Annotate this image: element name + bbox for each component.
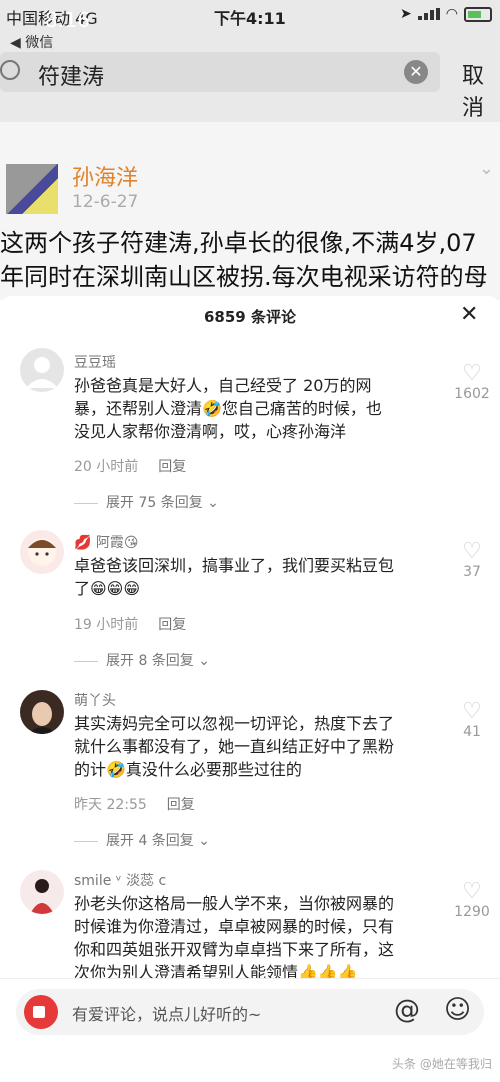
post-line: 这两个孩子符建涛,孙卓长的很像,不满4岁,07 bbox=[0, 229, 477, 257]
comment-line: 其实涛妈完全可以忽视一切评论，热度下去了 bbox=[74, 714, 395, 733]
comment-time: 20 小时前 bbox=[74, 459, 139, 475]
photo-avatar-icon bbox=[28, 702, 56, 734]
avatar[interactable] bbox=[20, 870, 64, 914]
comment-meta: 20 小时前 回复 bbox=[74, 456, 186, 476]
comment-count-title: 6859 条评论 bbox=[204, 308, 296, 326]
back-label[interactable]: ◀ 微信 bbox=[10, 32, 53, 52]
avatar[interactable] bbox=[20, 690, 64, 734]
search-icon bbox=[0, 60, 20, 80]
comment-line: 孙爸爸真是大好人，自己经受了 20万的网 bbox=[74, 376, 372, 395]
avatar[interactable] bbox=[6, 164, 58, 214]
comment-text: 孙爸爸真是大好人，自己经受了 20万的网 暴，还帮别人澄清🤣您自己痛苦的时候，也… bbox=[74, 374, 444, 443]
status-icons: ➤ ◠ bbox=[400, 6, 492, 22]
location-icon: ➤ bbox=[400, 6, 412, 22]
weibo-post: 孙海洋 12-6-27 ⌄ 这两个孩子符建涛,孙卓长的很像,不满4岁,07 年同… bbox=[0, 122, 500, 300]
comment-line: 你和四英姐张开双臂为卓卓挡下来了所有，这 bbox=[74, 940, 395, 959]
expand-replies-label[interactable]: 展开 8 条回复 ⌄ bbox=[106, 653, 210, 669]
back-to-wechat[interactable]: ◀ 微信 bbox=[0, 30, 500, 52]
like-button[interactable]: ♡ 37 bbox=[450, 540, 494, 581]
avatar[interactable] bbox=[20, 530, 64, 574]
comment-line: 的计🤣真没什么必要那些过往的 bbox=[74, 760, 302, 779]
comment-line: 卓爸爸该回深圳，搞事业了，我们要买粘豆包 bbox=[74, 556, 395, 575]
chevron-down-icon[interactable]: ⌄ bbox=[479, 158, 494, 179]
like-count: 37 bbox=[463, 564, 481, 580]
comment-line: 孙老头你这格局一般人学不来，当你被网暴的 bbox=[74, 894, 395, 913]
expand-replies-label[interactable]: 展开 4 条回复 ⌄ bbox=[106, 833, 210, 849]
comment-line: 了😁😁😁 bbox=[74, 579, 141, 598]
comment-line: 就什么事都没有了，她一直纠结正好中了黑粉 bbox=[74, 737, 395, 756]
comment-username[interactable]: 豆豆瑶 bbox=[74, 352, 116, 372]
signal-icon bbox=[417, 8, 440, 20]
expand-replies-label[interactable]: 展开 75 条回复 ⌄ bbox=[106, 495, 219, 511]
comment-placeholder[interactable]: 有爱评论，说点儿好听的~ bbox=[72, 1001, 261, 1025]
comment-username[interactable]: smile ᵛ 淡蕊 c bbox=[74, 870, 166, 890]
mention-icon[interactable]: @ bbox=[394, 995, 420, 1025]
search-input[interactable]: 符建涛 ✕ bbox=[0, 52, 440, 92]
like-count: 1602 bbox=[454, 386, 490, 402]
comment-text: 其实涛妈完全可以忽视一切评论，热度下去了 就什么事都没有了，她一直纠结正好中了黑… bbox=[74, 712, 444, 781]
photo-avatar-icon bbox=[30, 879, 54, 914]
like-button[interactable]: ♡ 41 bbox=[450, 700, 494, 741]
comment-meta: 昨天 22:55 回复 bbox=[74, 794, 195, 814]
cancel-button[interactable]: 取消 bbox=[462, 58, 500, 122]
heart-icon[interactable]: ♡ bbox=[450, 362, 494, 386]
search-query[interactable]: 符建涛 bbox=[38, 59, 104, 91]
status-bar: 中国移动 4G 8:16 下午4:11 ➤ ◠ bbox=[0, 0, 500, 32]
clear-icon[interactable]: ✕ bbox=[404, 60, 428, 84]
comment-meta: 19 小时前 回复 bbox=[74, 614, 186, 634]
like-count: 41 bbox=[463, 724, 481, 740]
cartoon-avatar-icon bbox=[28, 538, 56, 566]
reply-button[interactable]: 回复 bbox=[158, 459, 186, 475]
overlay-clock: 8:16 bbox=[45, 8, 90, 32]
search-bar: 符建涛 ✕ 取消 bbox=[0, 52, 500, 122]
reply-button[interactable]: 回复 bbox=[158, 617, 186, 633]
post-body: 这两个孩子符建涛,孙卓长的很像,不满4岁,07 年同时在深圳南山区被拐.每次电视… bbox=[0, 226, 500, 294]
video-record-icon[interactable] bbox=[24, 995, 58, 1029]
reply-button[interactable]: 回复 bbox=[167, 797, 195, 813]
heart-icon[interactable]: ♡ bbox=[450, 540, 494, 564]
comment-line: 没见人家帮你澄清啊，哎，心疼孙海洋 bbox=[74, 422, 347, 441]
comment-line: 时候谁为你澄清过，卓卓被网暴的时候，只有 bbox=[74, 917, 395, 936]
comment-sheet: 6859 条评论 ✕ 豆豆瑶 孙爸爸真是大好人，自己经受了 20万的网 暴，还帮… bbox=[0, 296, 500, 1082]
comment-username[interactable]: 萌丫头 bbox=[74, 690, 116, 710]
battery-icon bbox=[464, 6, 492, 22]
like-button[interactable]: ♡ 1290 bbox=[450, 880, 494, 921]
comment-text: 孙老头你这格局一般人学不来，当你被网暴的 时候谁为你澄清过，卓卓被网暴的时候，只… bbox=[74, 892, 444, 984]
watermark: 头条 @她在等我归 bbox=[392, 1057, 492, 1071]
default-avatar-icon bbox=[26, 357, 58, 388]
avatar[interactable] bbox=[20, 348, 64, 392]
comment-time: 19 小时前 bbox=[74, 617, 139, 633]
heart-icon[interactable]: ♡ bbox=[450, 700, 494, 724]
wifi-icon: ◠ bbox=[445, 6, 458, 22]
expand-replies-button[interactable]: 展开 4 条回复 ⌄ bbox=[74, 830, 210, 850]
like-button[interactable]: ♡ 1602 bbox=[450, 362, 494, 403]
post-line: 年同时在深圳南山区被拐.每次电视采访符的母 bbox=[0, 263, 488, 291]
post-author[interactable]: 孙海洋 bbox=[72, 160, 138, 192]
expand-replies-button[interactable]: 展开 8 条回复 ⌄ bbox=[74, 650, 210, 670]
emoji-icon[interactable]: ☺ bbox=[444, 995, 471, 1025]
comment-line: 暴，还帮别人澄清🤣您自己痛苦的时候，也 bbox=[74, 399, 382, 418]
status-time: 下午4:11 bbox=[214, 9, 286, 28]
heart-icon[interactable]: ♡ bbox=[450, 880, 494, 904]
expand-replies-button[interactable]: 展开 75 条回复 ⌄ bbox=[74, 492, 219, 512]
like-count: 1290 bbox=[454, 904, 490, 920]
close-icon[interactable]: ✕ bbox=[460, 302, 478, 327]
comment-text: 卓爸爸该回深圳，搞事业了，我们要买粘豆包 了😁😁😁 bbox=[74, 554, 444, 600]
comment-time: 昨天 22:55 bbox=[74, 797, 147, 813]
post-date: 12-6-27 bbox=[72, 192, 139, 212]
comment-username[interactable]: 💋 阿霞😘 bbox=[74, 532, 138, 552]
comment-input[interactable]: 有爱评论，说点儿好听的~ @ ☺ bbox=[16, 989, 484, 1035]
comment-input-bar: 有爱评论，说点儿好听的~ @ ☺ bbox=[0, 978, 500, 1049]
